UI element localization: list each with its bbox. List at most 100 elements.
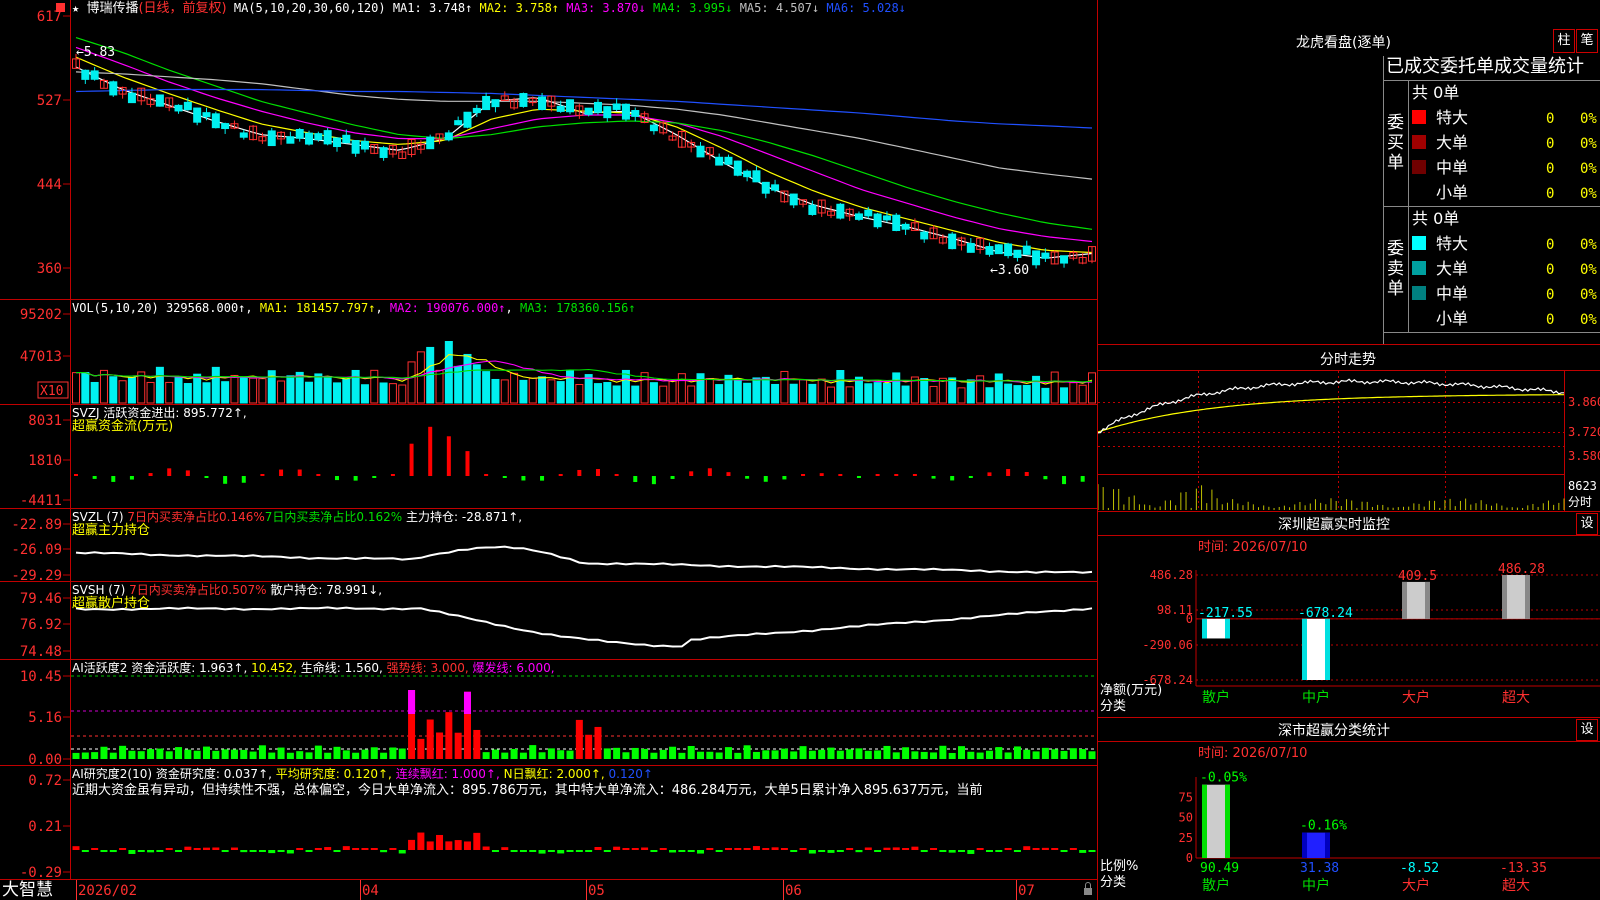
sz-monitor-value-label: -217.55	[1198, 606, 1253, 621]
svzl-line	[75, 545, 1093, 574]
price-tick: 360	[37, 261, 62, 277]
ai-active-bar	[790, 751, 798, 759]
ai-active-bar	[864, 750, 872, 759]
candle-body	[472, 107, 481, 114]
svzj-tick: 8031	[28, 413, 62, 429]
candle-body	[836, 203, 845, 219]
candle-body	[221, 123, 230, 130]
row-count: 0	[1546, 111, 1554, 127]
sz-monitor-value-label: -678.24	[1298, 606, 1353, 621]
brand-logo: 大智慧	[2, 880, 53, 900]
ai-active-bar	[697, 751, 705, 759]
candle-body	[715, 156, 724, 166]
volume-bar	[202, 382, 211, 404]
ai-active-bar	[771, 750, 779, 759]
ai-active-bar	[398, 748, 406, 759]
sz-monitor-settings-button[interactable]: 设	[1576, 513, 1598, 535]
ai-research-bar	[771, 847, 779, 850]
candle-body	[267, 130, 276, 147]
vol-label: VOL(5,10,20)	[72, 301, 159, 315]
tick-view-tab[interactable]: 笔	[1576, 29, 1598, 53]
svzj-bar	[614, 474, 619, 476]
ai-research-bar	[286, 850, 294, 854]
bar-shade	[1225, 784, 1230, 858]
legend-swatch	[1412, 160, 1426, 174]
ai-research-bar	[491, 850, 499, 852]
bar-shade	[1402, 581, 1407, 619]
ai-research-bar	[501, 847, 509, 850]
ai-active-bar	[538, 752, 546, 759]
ai-active-v2: 10.452,	[251, 661, 297, 675]
candle-body	[752, 170, 761, 183]
ai-research-bar	[1023, 846, 1031, 850]
ai-research-bar	[324, 847, 332, 850]
sz-stats-category: 散户	[1202, 877, 1230, 894]
volume-bar	[528, 377, 537, 404]
ai-research-bar	[128, 850, 136, 854]
price-high-annotation: ←5.83	[76, 45, 115, 60]
bar-view-tab[interactable]: 柱	[1553, 29, 1575, 53]
svzj-bar	[558, 474, 563, 476]
ai-active-bar	[72, 752, 80, 759]
ai-research-bar	[622, 848, 630, 850]
candle-body	[295, 129, 304, 139]
ai-research-bar	[398, 850, 406, 854]
ai-research-bar	[864, 847, 872, 850]
sz-stats-settings-button[interactable]: 设	[1576, 719, 1598, 741]
lock-icon[interactable]	[1084, 882, 1092, 896]
candle-body	[994, 244, 1003, 255]
svzj-bar	[167, 468, 172, 476]
svsh-line	[75, 606, 1093, 648]
menu-icon[interactable]	[56, 3, 65, 12]
volume-bar	[593, 383, 602, 404]
candle-body	[873, 213, 882, 228]
candle-body	[491, 99, 500, 108]
ai-research-bar	[91, 848, 99, 850]
ai-active-bar	[678, 752, 686, 759]
ai-research-bar	[659, 848, 667, 850]
main-chart[interactable]: 617 527 444 360 95202 47013 8031 1810 -4…	[0, 0, 1098, 900]
ai-active-bar	[967, 751, 975, 759]
volume-bar	[827, 386, 836, 404]
ma4-value: MA4: 3.995↓	[652, 1, 733, 15]
svzj-bar	[428, 426, 433, 476]
svzl-hold: 主力持仓: -28.871↑,	[406, 510, 523, 524]
row-count: 0	[1546, 262, 1554, 278]
ma3-value: MA3: 3.870↓	[566, 1, 646, 15]
ai-active-bar	[1013, 746, 1021, 759]
ai-active-bar	[389, 747, 397, 759]
ai-research-bar	[911, 846, 919, 850]
ai-research-bar	[715, 850, 723, 852]
intraday-tick: 3.580	[1568, 449, 1600, 463]
bar-shade	[1502, 575, 1507, 619]
ai-research-bar	[557, 850, 565, 854]
svzj-label: SVZJ 活跃资金进出: 895.772↑,	[72, 406, 247, 420]
ai-active-peak	[463, 691, 471, 714]
ai-active-bar	[669, 746, 677, 759]
sz-monitor-time: 时间: 2026/07/10	[1198, 540, 1307, 555]
svzj-bar	[912, 474, 917, 476]
ai-active-peak	[408, 690, 416, 714]
volume-bars	[72, 341, 1096, 404]
sell-total: 共 0单	[1412, 209, 1459, 228]
ai-active-bar	[240, 749, 248, 759]
volume-bar	[882, 383, 891, 404]
ai-research-bar	[370, 848, 378, 850]
ai-active-bar	[352, 752, 360, 759]
volume-bar	[836, 370, 845, 404]
ai-active-v3: 生命线: 1.560,	[300, 661, 383, 675]
ai-research-comment: 近期大资金虽有异动，但持续性不强，总体偏空，今日大单净流入：895.786万元，…	[72, 783, 983, 798]
volume-bar	[351, 369, 360, 404]
ai-active-bar	[296, 751, 304, 759]
ai-research-bar	[184, 846, 192, 850]
ai-research-bar	[1004, 847, 1012, 850]
svzj-bar	[241, 476, 246, 483]
side-panel: 龙虎看盘(逐单) 已成交委托单成交量统计 委 买 单 委 卖 单 共 0单 共 …	[1098, 34, 1600, 894]
svzj-bar	[185, 470, 190, 476]
sz-stats-category: 中户	[1302, 877, 1330, 894]
volume-bar	[258, 378, 267, 404]
favorite-star-icon[interactable]: ★	[72, 1, 79, 15]
volume-bar	[1050, 371, 1059, 404]
volume-bar	[966, 379, 975, 404]
bar-shade	[1202, 784, 1207, 858]
